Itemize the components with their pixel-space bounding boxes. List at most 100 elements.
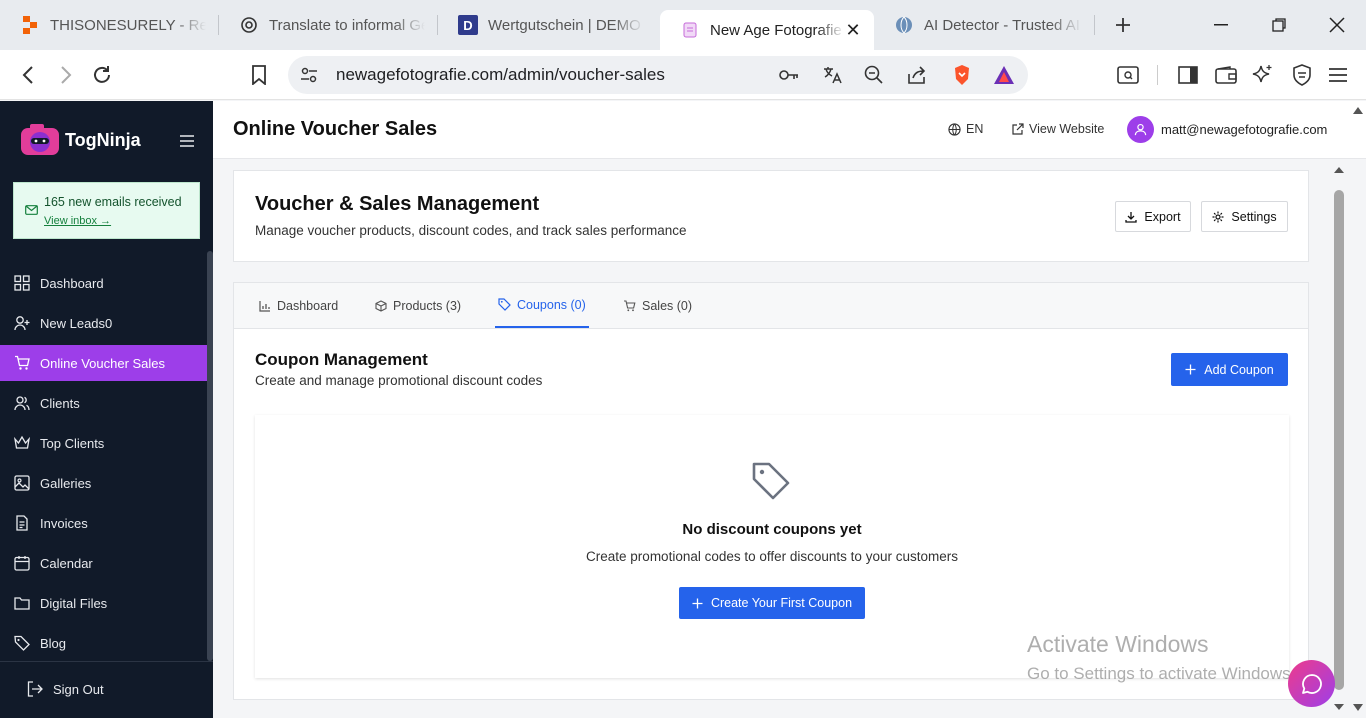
tab-products[interactable]: Products (3) <box>375 283 461 329</box>
tab-dashboard[interactable]: Dashboard <box>259 283 338 329</box>
translate-icon[interactable] <box>820 63 844 87</box>
calendar-icon <box>14 556 30 571</box>
tab-coupons[interactable]: Coupons (0) <box>495 283 589 328</box>
sidebar-item-digital-files[interactable]: Digital Files <box>0 585 207 621</box>
close-icon <box>1329 17 1345 33</box>
wallet-button[interactable] <box>1210 59 1242 91</box>
mail-icon <box>25 205 38 215</box>
brave-rewards-icon[interactable] <box>992 63 1016 87</box>
zoom-out-icon[interactable] <box>862 63 886 87</box>
tab-divider <box>1094 15 1095 35</box>
language-switcher[interactable]: EN <box>948 122 983 136</box>
collapse-sidebar-button[interactable] <box>180 135 196 147</box>
sidebar-item-dashboard[interactable]: Dashboard <box>0 265 207 301</box>
view-website-label: View Website <box>1029 122 1105 136</box>
close-tab-icon[interactable]: ✕ <box>844 20 862 40</box>
sparkle-icon <box>1252 65 1272 83</box>
sidebar-item-label: Online Voucher Sales <box>40 355 166 371</box>
browser-toolbar: newagefotografie.com/admin/voucher-sales <box>0 50 1366 100</box>
avatar[interactable] <box>1127 116 1154 143</box>
browser-scroll-down-icon[interactable] <box>1352 703 1364 713</box>
external-link-icon <box>1012 123 1024 135</box>
new-tab-button[interactable] <box>1103 5 1143 45</box>
sign-out-icon <box>27 681 43 697</box>
replit-icon <box>20 15 40 35</box>
sidebar-item-invoices[interactable]: Invoices <box>0 505 207 541</box>
sign-out-button[interactable]: Sign Out <box>27 681 104 697</box>
reader-mode-button[interactable] <box>1112 59 1144 91</box>
browser-tab-active[interactable]: New Age Fotografie ✕ <box>660 10 874 50</box>
add-coupon-label: Add Coupon <box>1204 362 1274 377</box>
gear-icon <box>1212 211 1224 222</box>
minimize-button[interactable] <box>1192 0 1250 50</box>
create-first-coupon-button[interactable]: Create Your First Coupon <box>679 587 865 619</box>
minimize-icon <box>1214 24 1228 26</box>
vpn-button[interactable] <box>1286 59 1318 91</box>
menu-icon <box>1329 68 1347 82</box>
brave-shields-icon[interactable] <box>950 63 974 87</box>
page-scrollbar[interactable] <box>1329 160 1349 718</box>
share-icon[interactable] <box>905 63 929 87</box>
tab-label: Products (3) <box>393 299 462 313</box>
browser-tab[interactable]: D Wertgutschein | DEMO S <box>438 6 656 44</box>
maximize-button[interactable] <box>1250 0 1308 50</box>
sidebar-item-calendar[interactable]: Calendar <box>0 545 207 581</box>
crown-icon <box>14 435 30 449</box>
folder-icon <box>14 597 30 610</box>
view-inbox-link[interactable]: View inbox → <box>44 215 111 227</box>
sidebar-item-blog[interactable]: Blog <box>0 625 207 661</box>
add-coupon-button[interactable]: Add Coupon <box>1171 353 1288 386</box>
tab-title: AI Detector - Trusted AI <box>924 16 1080 34</box>
tab-sales[interactable]: Sales (0) <box>623 283 692 329</box>
tab-label: Sales (0) <box>642 299 693 313</box>
user-email[interactable]: matt@newagefotografie.com <box>1161 122 1327 137</box>
sidebar-item-new-leads[interactable]: New Leads0 <box>0 305 207 341</box>
browser-scroll-up-icon[interactable] <box>1352 105 1364 115</box>
site-settings-icon[interactable] <box>297 63 321 87</box>
sidebar-toggle-button[interactable] <box>1172 59 1204 91</box>
reader-icon <box>1117 66 1139 84</box>
content-tabs: Dashboard Products (3) Coupons (0) Sales… <box>234 283 1308 329</box>
forward-arrow-icon <box>61 66 72 84</box>
browser-tab[interactable]: AI Detector - Trusted AI <box>874 6 1094 44</box>
sidebar-item-clients[interactable]: Clients <box>0 385 207 421</box>
sidebar-scrollbar[interactable] <box>207 251 213 661</box>
tag-icon <box>498 298 511 311</box>
key-icon[interactable] <box>777 63 801 87</box>
sidebar-item-online-voucher-sales[interactable]: Online Voucher Sales <box>0 345 207 381</box>
export-button[interactable]: Export <box>1115 201 1191 232</box>
sidebar-icon <box>1178 66 1198 84</box>
plus-icon <box>692 598 703 608</box>
page-title: Online Voucher Sales <box>233 118 438 140</box>
sidebar-item-top-clients[interactable]: Top Clients <box>0 425 207 461</box>
chat-widget-button[interactable] <box>1288 660 1335 707</box>
browser-tab[interactable]: THISONESURELY - Repli <box>0 6 218 44</box>
bookmark-button[interactable] <box>243 59 275 91</box>
scrollbar-thumb[interactable] <box>1334 190 1344 690</box>
toolbar-divider <box>1157 65 1158 85</box>
sidebar-item-galleries[interactable]: Galleries <box>0 465 207 501</box>
empty-state-title: No discount coupons yet <box>682 521 862 538</box>
create-first-coupon-label: Create Your First Coupon <box>710 596 853 610</box>
address-bar[interactable]: newagefotografie.com/admin/voucher-sales <box>288 56 1028 94</box>
close-window-button[interactable] <box>1308 0 1366 50</box>
activate-windows-title: Activate Windows <box>1027 631 1209 657</box>
chat-bubble-icon <box>1301 673 1322 694</box>
reload-button[interactable] <box>86 59 118 91</box>
view-website-link[interactable]: View Website <box>1012 122 1104 136</box>
language-label: EN <box>966 122 984 136</box>
globe-icon <box>894 15 914 35</box>
brand-logo[interactable]: TogNinja <box>20 123 141 157</box>
tab-title: Translate to informal Ge <box>269 16 425 34</box>
settings-button[interactable]: Settings <box>1201 201 1288 232</box>
forward-button[interactable] <box>50 59 82 91</box>
leo-ai-button[interactable] <box>1247 59 1279 91</box>
user-icon <box>1134 123 1147 136</box>
scroll-up-icon[interactable] <box>1333 166 1345 174</box>
back-button[interactable] <box>12 59 44 91</box>
main-menu-button[interactable] <box>1322 59 1354 91</box>
browser-tab[interactable]: Translate to informal Ge <box>219 6 437 44</box>
user-plus-icon <box>14 316 30 331</box>
tag-icon <box>752 462 790 500</box>
scroll-down-icon[interactable] <box>1333 703 1345 711</box>
